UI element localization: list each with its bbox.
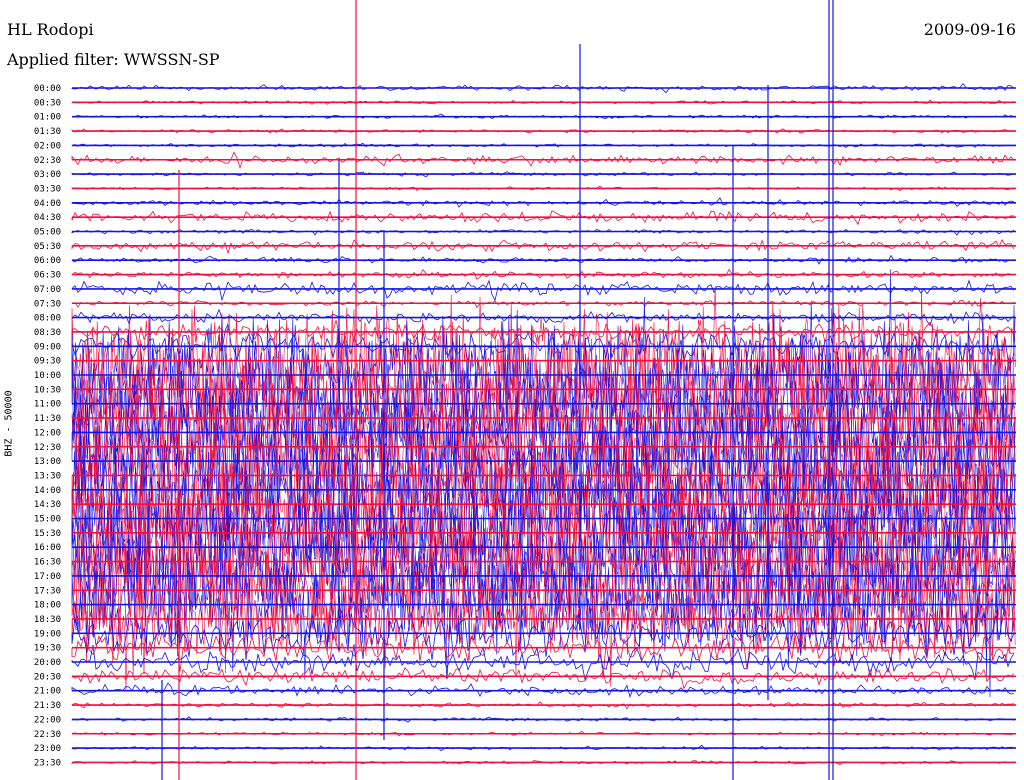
time-tick-label: 09:30 <box>34 357 61 367</box>
time-tick-label: 11:00 <box>34 400 61 410</box>
time-tick-label: 17:00 <box>34 572 61 582</box>
time-tick-label: 21:30 <box>34 701 61 711</box>
time-tick-label: 22:30 <box>34 730 61 740</box>
time-tick-label: 08:30 <box>34 328 61 338</box>
seismogram-plot: 00:00 00:30 01:00 01:30 02:00 02:30 03:00 03:30… <box>34 0 1016 780</box>
time-tick-label: 16:00 <box>34 543 61 553</box>
time-tick-label: 10:30 <box>34 385 61 395</box>
time-tick-label: 02:30 <box>34 156 61 166</box>
time-tick-label: 11:30 <box>34 414 61 424</box>
time-tick-label: 19:00 <box>34 629 61 639</box>
time-tick-label: 13:00 <box>34 457 61 467</box>
time-tick-label: 04:00 <box>34 199 61 209</box>
time-tick-label: 23:00 <box>34 744 61 754</box>
time-tick-label: 21:00 <box>34 687 61 697</box>
time-tick-label: 20:30 <box>34 672 61 682</box>
time-tick-label: 07:30 <box>34 299 61 309</box>
time-tick-label: 03:00 <box>34 170 61 180</box>
time-tick-label: 17:30 <box>34 586 61 596</box>
time-tick-label: 02:00 <box>34 141 61 151</box>
time-tick-label: 16:30 <box>34 558 61 568</box>
seismogram-traces <box>71 82 1016 766</box>
time-tick-label: 04:30 <box>34 213 61 223</box>
trace-row-20:30 <box>71 666 1015 690</box>
time-tick-label: 09:00 <box>34 342 61 352</box>
time-tick-label: 18:30 <box>34 615 61 625</box>
time-tick-label: 15:00 <box>34 515 61 525</box>
time-tick-label: 14:00 <box>34 486 61 496</box>
time-tick-label: 05:30 <box>34 242 61 252</box>
time-tick-label: 10:00 <box>34 371 61 381</box>
trace-row-07:00 <box>71 279 1015 302</box>
time-tick-label: 19:30 <box>34 644 61 654</box>
time-tick-label: 03:30 <box>34 184 61 194</box>
time-tick-label: 00:00 <box>34 84 61 94</box>
time-tick-label: 01:30 <box>34 127 61 137</box>
time-tick-label: 22:00 <box>34 715 61 725</box>
time-tick-label: 12:00 <box>34 428 61 438</box>
time-tick-label: 18:00 <box>34 601 61 611</box>
time-tick-label: 23:30 <box>34 758 61 768</box>
time-tick-label: 12:30 <box>34 443 61 453</box>
time-tick-label: 13:30 <box>34 471 61 481</box>
time-tick-label: 15:30 <box>34 529 61 539</box>
time-tick-labels: 00:00 00:30 01:00 01:30 02:00 02:30 03:00 03:30… <box>34 84 61 768</box>
time-tick-label: 01:00 <box>34 113 61 123</box>
time-tick-label: 08:00 <box>34 314 61 324</box>
time-tick-label: 06:00 <box>34 256 61 266</box>
time-tick-label: 00:30 <box>34 98 61 108</box>
time-tick-label: 20:00 <box>34 658 61 668</box>
time-tick-label: 07:00 <box>34 285 61 295</box>
time-tick-label: 14:30 <box>34 500 61 510</box>
time-tick-label: 06:30 <box>34 271 61 281</box>
time-tick-label: 05:00 <box>34 228 61 238</box>
